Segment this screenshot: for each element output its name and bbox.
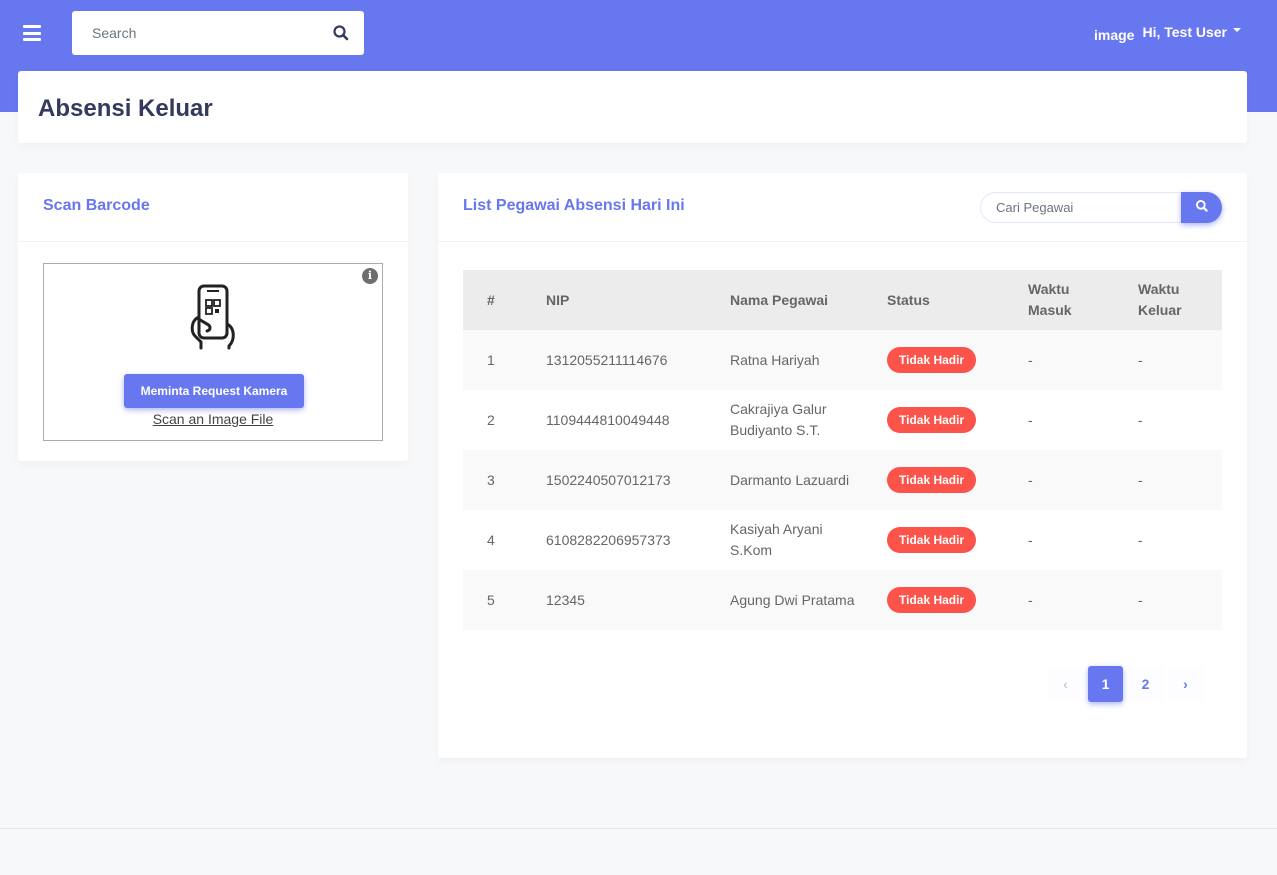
status-cell: Tidak Hadir — [887, 570, 1017, 630]
time-out: - — [1138, 471, 1143, 488]
table-row: 1 1312055211114676 Ratna Hariyah Tidak H… — [463, 330, 1222, 390]
phone-scan-icon — [190, 284, 235, 350]
divider — [18, 241, 408, 242]
column-header: Nama Pegawai — [730, 291, 829, 308]
time-in: - — [1028, 471, 1033, 488]
search-icon[interactable] — [332, 24, 350, 42]
employee-name: Darmanto Lazuardi — [730, 471, 850, 488]
column-header: Waktu Masuk — [1028, 281, 1072, 318]
status-cell: Tidak Hadir — [887, 450, 1017, 510]
barcode-scanner-region: i Meminta Request Kamera Scan an Image F… — [43, 263, 383, 441]
employee-name: Agung Dwi Pratama — [730, 591, 855, 608]
menu-toggle-icon[interactable] — [23, 25, 41, 41]
table-row: 4 6108282206957373 Kasiyah Aryani S.Kom … — [463, 510, 1222, 570]
employee-name: Ratna Hariyah — [730, 351, 820, 368]
employee-name: Cakrajiya Galur Budiyanto S.T. — [730, 401, 827, 438]
attendance-table: # NIP Nama Pegawai Status Waktu Masuk Wa… — [463, 270, 1222, 630]
scan-barcode-card: Scan Barcode i Meminta Request Kamera Sc… — [18, 173, 408, 461]
time-in: - — [1028, 411, 1033, 428]
table-header-row: # NIP Nama Pegawai Status Waktu Masuk Wa… — [463, 270, 1222, 330]
scan-image-file-link[interactable]: Scan an Image File — [44, 411, 382, 427]
page-title: Absensi Keluar — [38, 95, 213, 122]
employee-search — [980, 192, 1222, 223]
table-row: 5 12345 Agung Dwi Pratama Tidak Hadir - … — [463, 570, 1222, 630]
pagination-page-1[interactable]: 1 — [1088, 666, 1123, 702]
row-number: 4 — [487, 531, 495, 548]
status-cell: Tidak Hadir — [887, 330, 1017, 390]
pagination-page-2[interactable]: 2 — [1128, 666, 1163, 702]
column-header: Waktu Keluar — [1138, 281, 1182, 318]
time-out: - — [1138, 411, 1143, 428]
time-in: - — [1028, 351, 1033, 368]
user-greeting[interactable]: Hi, Test User — [1142, 24, 1227, 40]
employee-search-button[interactable] — [1181, 192, 1222, 223]
status-badge: Tidak Hadir — [887, 407, 977, 433]
status-badge: Tidak Hadir — [887, 467, 977, 493]
table-row: 2 1109444810049448 Cakrajiya Galur Budiy… — [463, 390, 1222, 450]
time-out: - — [1138, 591, 1143, 608]
footer-divider — [0, 828, 1277, 829]
status-badge: Tidak Hadir — [887, 587, 977, 613]
column-header: # — [487, 291, 495, 308]
divider — [438, 241, 1247, 242]
employee-nip: 1109444810049448 — [546, 411, 670, 428]
table-row: 3 1502240507012173 Darmanto Lazuardi Tid… — [463, 450, 1222, 510]
column-header: NIP — [546, 291, 570, 308]
row-number: 5 — [487, 591, 495, 608]
pagination: ‹ 1 2 › — [1048, 666, 1208, 702]
user-menu[interactable]: image Hi, Test User — [1093, 24, 1241, 43]
chevron-down-icon[interactable] — [1233, 28, 1241, 32]
employee-search-input[interactable] — [980, 192, 1182, 223]
list-card-title: List Pegawai Absensi Hari Ini — [463, 197, 685, 214]
global-search — [72, 11, 364, 55]
row-number: 3 — [487, 471, 495, 488]
pagination-prev[interactable]: ‹ — [1048, 666, 1083, 702]
column-header: Status — [887, 291, 930, 308]
info-icon[interactable]: i — [362, 268, 378, 284]
employee-nip: 12345 — [546, 591, 585, 608]
row-number: 2 — [487, 411, 495, 428]
row-number: 1 — [487, 351, 495, 368]
time-in: - — [1028, 531, 1033, 548]
search-input[interactable] — [72, 11, 322, 55]
employee-attendance-card: List Pegawai Absensi Hari Ini # NIP Nama… — [438, 173, 1247, 758]
employee-name: Kasiyah Aryani S.Kom — [730, 521, 823, 558]
status-badge: Tidak Hadir — [887, 347, 977, 373]
pagination-next[interactable]: › — [1168, 666, 1203, 702]
employee-nip: 1502240507012173 — [546, 471, 671, 488]
user-avatar: image — [1093, 27, 1135, 43]
employee-nip: 6108282206957373 — [546, 531, 671, 548]
time-out: - — [1138, 531, 1143, 548]
search-icon — [1195, 200, 1208, 212]
status-cell: Tidak Hadir — [887, 510, 1017, 570]
request-camera-button[interactable]: Meminta Request Kamera — [124, 374, 304, 408]
page-header: Absensi Keluar — [18, 71, 1247, 143]
status-cell: Tidak Hadir — [887, 390, 1017, 450]
scan-card-title: Scan Barcode — [43, 197, 150, 214]
status-badge: Tidak Hadir — [887, 527, 977, 553]
time-out: - — [1138, 351, 1143, 368]
time-in: - — [1028, 591, 1033, 608]
employee-nip: 1312055211114676 — [546, 351, 668, 368]
